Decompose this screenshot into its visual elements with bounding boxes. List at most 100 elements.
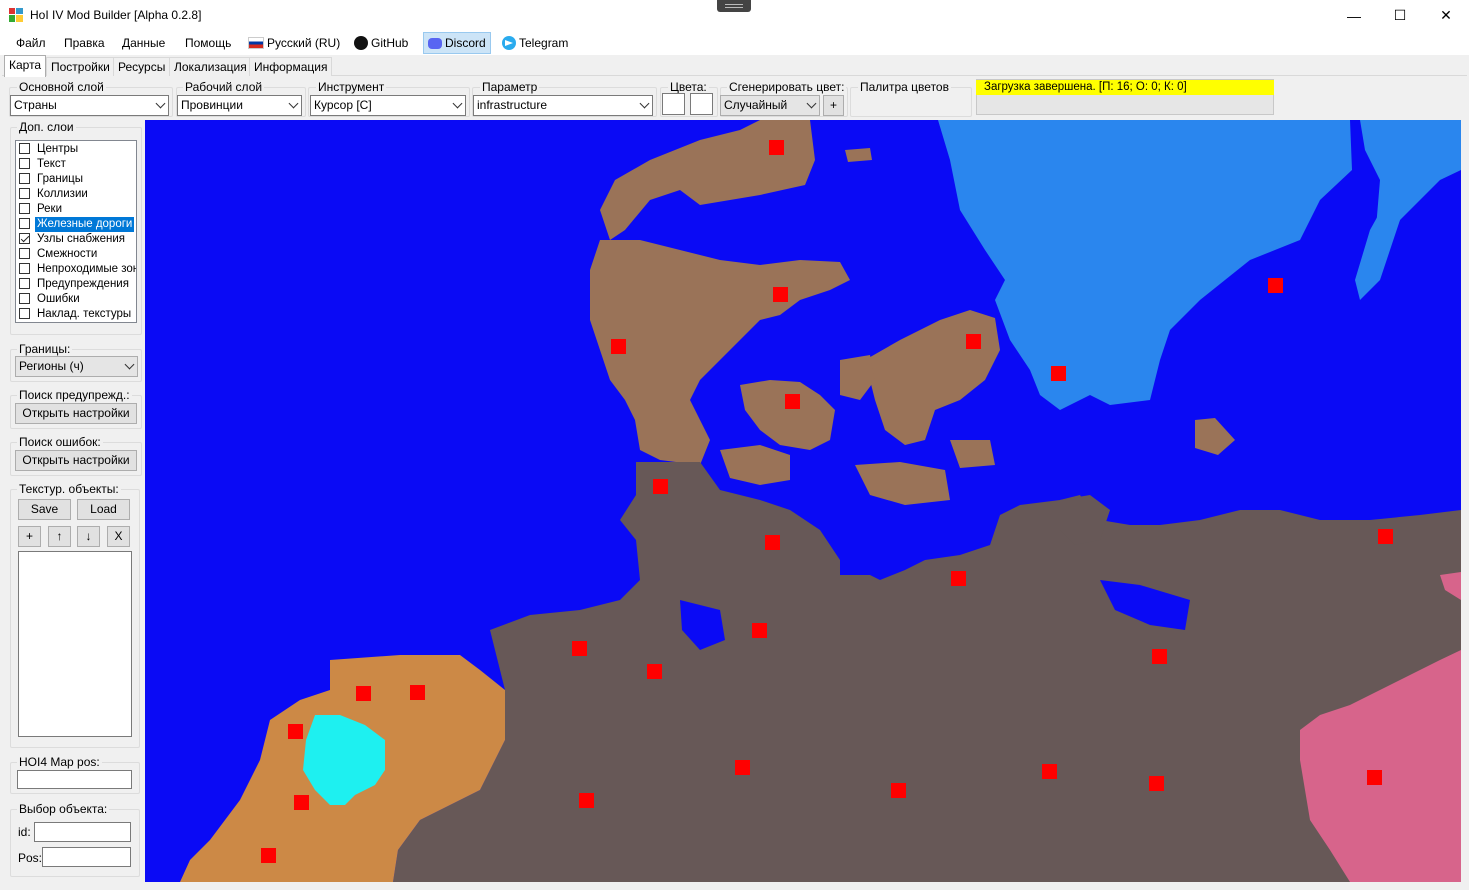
- supply-node-marker[interactable]: [579, 793, 594, 808]
- layer-item[interactable]: Наклад. текстуры: [18, 307, 136, 322]
- close-button[interactable]: ✕: [1423, 0, 1469, 31]
- menu-help[interactable]: Помощь: [181, 33, 235, 53]
- layer-item[interactable]: Смежности: [18, 247, 136, 262]
- error-settings-button[interactable]: Открыть настройки: [15, 450, 137, 471]
- layer-item[interactable]: Реки: [18, 202, 136, 217]
- menu-github[interactable]: GitHub: [350, 33, 412, 53]
- chevron-down-icon: [639, 98, 650, 109]
- layer-item[interactable]: Границы: [18, 172, 136, 187]
- layer-item[interactable]: Ошибки: [18, 292, 136, 307]
- supply-node-marker[interactable]: [611, 339, 626, 354]
- generate-color-value: Случайный: [724, 98, 788, 112]
- supply-node-marker[interactable]: [1152, 649, 1167, 664]
- work-layer-label: Рабочий слой: [183, 80, 265, 94]
- main-layer-select[interactable]: Страны: [10, 95, 169, 116]
- work-layer-value: Провинции: [181, 98, 243, 112]
- load-button[interactable]: Load: [77, 499, 130, 520]
- supply-node-marker[interactable]: [891, 783, 906, 798]
- supply-node-marker[interactable]: [294, 795, 309, 810]
- supply-node-marker[interactable]: [647, 664, 662, 679]
- supply-node-marker[interactable]: [1378, 529, 1393, 544]
- layer-checkbox[interactable]: [19, 293, 30, 304]
- warning-settings-button[interactable]: Открыть настройки: [15, 403, 137, 424]
- layer-checkbox[interactable]: [19, 158, 30, 169]
- add-color-button[interactable]: +: [823, 95, 844, 116]
- supply-node-marker[interactable]: [1149, 776, 1164, 791]
- minimize-button[interactable]: —: [1331, 0, 1377, 31]
- layer-checkbox[interactable]: [19, 308, 30, 319]
- texture-objects-list[interactable]: [18, 551, 132, 737]
- layer-item[interactable]: Узлы снабжения: [18, 232, 136, 247]
- layer-item[interactable]: Железные дороги: [18, 217, 136, 232]
- layer-item[interactable]: Предупреждения: [18, 277, 136, 292]
- menu-edit[interactable]: Правка: [60, 33, 109, 53]
- menu-discord[interactable]: Discord: [423, 32, 491, 54]
- map-canvas[interactable]: [145, 120, 1461, 882]
- move-up-button[interactable]: ↑: [48, 526, 71, 547]
- supply-node-marker[interactable]: [1042, 764, 1057, 779]
- parameter-select[interactable]: infrastructure: [473, 95, 653, 116]
- save-button[interactable]: Save: [18, 499, 71, 520]
- tab-resources[interactable]: Ресурсы: [113, 57, 171, 76]
- menu-data[interactable]: Данные: [118, 33, 169, 53]
- layer-checkbox[interactable]: [19, 248, 30, 259]
- menu-file[interactable]: Файл: [12, 33, 50, 53]
- layer-item[interactable]: Текст: [18, 157, 136, 172]
- maximize-button[interactable]: ☐: [1377, 0, 1423, 31]
- layer-label: Железные дороги: [35, 217, 135, 232]
- supply-node-marker[interactable]: [1268, 278, 1283, 293]
- layer-checkbox[interactable]: [19, 233, 30, 244]
- error-search-label: Поиск ошибок:: [17, 435, 103, 449]
- layer-item[interactable]: Центры: [18, 142, 136, 157]
- supply-node-marker[interactable]: [752, 623, 767, 638]
- supply-node-marker[interactable]: [410, 685, 425, 700]
- map-pos-field[interactable]: [17, 770, 132, 789]
- tab-map[interactable]: Карта: [4, 55, 47, 77]
- layer-checkbox[interactable]: [19, 203, 30, 214]
- borders-select[interactable]: Регионы (ч): [15, 356, 138, 377]
- supply-node-marker[interactable]: [735, 760, 750, 775]
- object-id-field[interactable]: [34, 822, 131, 842]
- move-down-button[interactable]: ↓: [77, 526, 100, 547]
- menu-telegram[interactable]: Telegram: [498, 33, 572, 53]
- tool-select[interactable]: Курсор [C]: [310, 95, 466, 116]
- layer-label: Границы: [37, 173, 83, 185]
- supply-node-marker[interactable]: [785, 394, 800, 409]
- tab-buildings[interactable]: Постройки: [46, 57, 115, 76]
- object-pos-field[interactable]: [42, 847, 131, 867]
- layer-label: Коллизии: [37, 188, 88, 200]
- supply-node-marker[interactable]: [261, 848, 276, 863]
- supply-node-marker[interactable]: [951, 571, 966, 586]
- layer-checkbox[interactable]: [19, 188, 30, 199]
- secondary-color-swatch[interactable]: [690, 93, 713, 115]
- layer-checkbox[interactable]: [19, 263, 30, 274]
- denmark-region: [845, 148, 872, 162]
- extra-layers-list[interactable]: Центры Текст Границы Коллизии Реки Желез…: [15, 140, 137, 323]
- work-layer-select[interactable]: Провинции: [177, 95, 302, 116]
- supply-node-marker[interactable]: [1051, 366, 1066, 381]
- supply-node-marker[interactable]: [1367, 770, 1382, 785]
- layer-item[interactable]: Коллизии: [18, 187, 136, 202]
- layer-item[interactable]: Непроходимые зоны: [18, 262, 136, 277]
- tab-information[interactable]: Информация: [249, 57, 333, 76]
- add-object-button[interactable]: +: [18, 526, 41, 547]
- tab-localization[interactable]: Локализация: [169, 57, 252, 76]
- supply-node-marker[interactable]: [966, 334, 981, 349]
- remove-object-button[interactable]: X: [107, 526, 130, 547]
- drag-handle[interactable]: [717, 0, 751, 12]
- supply-node-marker[interactable]: [356, 686, 371, 701]
- layer-label: Наклад. текстуры: [37, 308, 132, 320]
- supply-node-marker[interactable]: [288, 724, 303, 739]
- supply-node-marker[interactable]: [653, 479, 668, 494]
- layer-checkbox[interactable]: [19, 278, 30, 289]
- primary-color-swatch[interactable]: [662, 93, 685, 115]
- supply-node-marker[interactable]: [769, 140, 784, 155]
- layer-checkbox[interactable]: [19, 173, 30, 184]
- layer-checkbox[interactable]: [19, 218, 30, 229]
- layer-checkbox[interactable]: [19, 143, 30, 154]
- supply-node-marker[interactable]: [572, 641, 587, 656]
- supply-node-marker[interactable]: [773, 287, 788, 302]
- supply-node-marker[interactable]: [765, 535, 780, 550]
- menu-language[interactable]: Русский (RU): [244, 33, 344, 53]
- generate-color-select[interactable]: Случайный: [720, 95, 820, 116]
